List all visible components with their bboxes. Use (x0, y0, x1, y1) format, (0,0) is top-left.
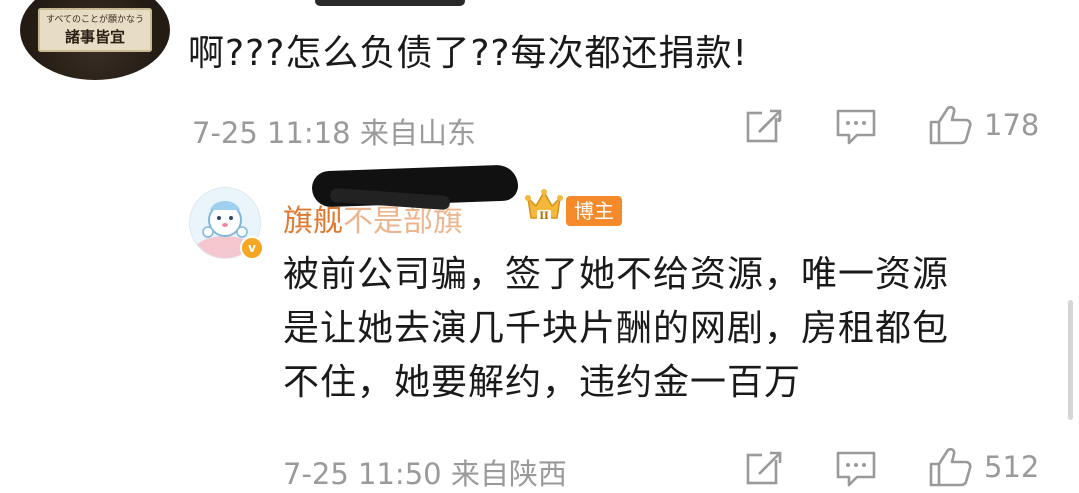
reply-text-line: 不住，她要解约，违约金一百万 (283, 362, 802, 403)
reply-username-prefix: 旗舰 (283, 204, 343, 239)
avatar-plaque: すべてのことが願かなう 諸事皆宜 (38, 8, 152, 52)
reply-text-line: 被前公司骗，签了她不给资源，唯一资源 (283, 254, 950, 295)
crown-level: II (539, 211, 549, 222)
crown-icon: II (524, 188, 564, 230)
comment-button[interactable] (835, 450, 877, 488)
reply-text-line: 是让她去演几千块片酬的网剧，房租都包 (283, 308, 950, 349)
share-button[interactable] (745, 450, 785, 486)
avatar-plaque-line2: 諸事皆宜 (64, 28, 125, 46)
share-icon (746, 450, 782, 485)
avatar-plaque-line1: すべてのことが願かなう (45, 15, 144, 25)
reply-meta: 7-25 11:50 来自陕西 (283, 457, 567, 491)
comment-meta: 7-25 11:18 来自山东 (192, 116, 476, 150)
redaction-mark (315, 0, 465, 6)
reply-text: 被前公司骗，签了她不给资源，唯一资源 是让她去演几千块片酬的网剧，房租都包 不住… (283, 248, 1043, 410)
thumbs-up-icon (929, 447, 972, 487)
like-count: 178 (984, 108, 1040, 142)
comment-icon (836, 109, 876, 145)
like-button[interactable]: 178 (928, 104, 1039, 146)
comment-text: 啊???怎么负债了??每次都还捐款! (188, 33, 748, 74)
like-button[interactable]: 512 (928, 446, 1039, 488)
thumbs-up-icon (929, 105, 972, 145)
like-count: 512 (984, 450, 1040, 484)
author-badge: 博主 (566, 196, 622, 226)
share-button[interactable] (745, 108, 785, 144)
scrollbar[interactable] (1068, 300, 1073, 420)
share-icon (746, 108, 782, 143)
comment-icon (836, 451, 876, 487)
verified-badge: v (240, 236, 264, 260)
avatar[interactable]: すべてのことが願かなう 諸事皆宜 (20, 0, 170, 80)
comment-button[interactable] (835, 108, 877, 146)
